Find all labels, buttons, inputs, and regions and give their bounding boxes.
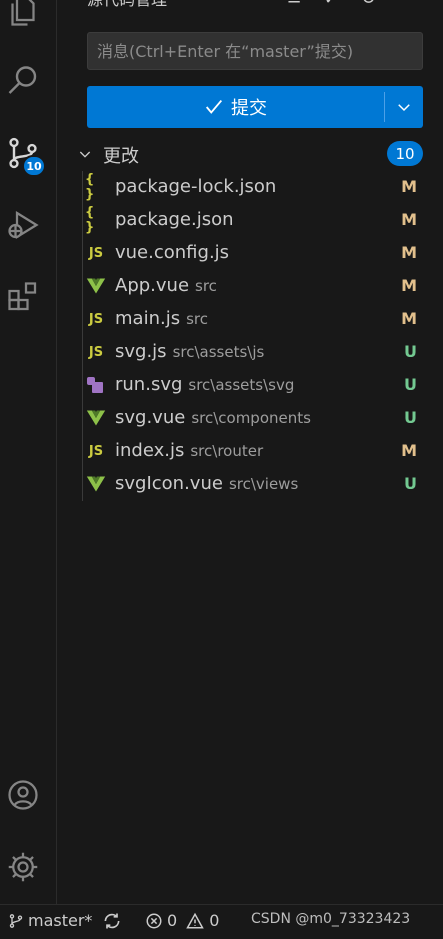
file-name: package-lock.json xyxy=(115,176,277,197)
status-badge: U xyxy=(404,408,417,427)
chevron-down-icon xyxy=(398,104,410,112)
changes-section-header[interactable]: 更改 10 xyxy=(75,140,425,168)
js-file-icon: JS xyxy=(88,443,104,459)
status-badge: M xyxy=(401,243,417,262)
section-label: 更改 xyxy=(103,146,139,167)
list-item[interactable]: JS index.js src\router M xyxy=(85,435,425,468)
status-badge: M xyxy=(401,309,417,328)
error-icon xyxy=(146,913,162,928)
activity-bar: 10 xyxy=(0,0,57,904)
panel-actions: ≡ ✓ ↻ ··· xyxy=(287,0,415,9)
warning-count: 0 xyxy=(209,911,220,930)
gear-icon[interactable] xyxy=(0,844,46,890)
panel-header: 源代码管理 ≡ ✓ ↻ ··· xyxy=(57,0,443,14)
list-item[interactable]: JS vue.config.js M xyxy=(85,237,425,270)
status-badge: M xyxy=(401,441,417,460)
more-actions-icon[interactable]: ··· xyxy=(398,0,415,9)
list-item[interactable]: svgIcon.vue src\views U xyxy=(85,468,425,501)
commit-button[interactable]: 提交 xyxy=(87,86,383,128)
list-item[interactable]: { } package-lock.json M xyxy=(85,171,425,204)
search-icon[interactable] xyxy=(0,58,46,104)
changes-count-badge: 10 xyxy=(387,141,423,166)
source-control-panel: 源代码管理 ≡ ✓ ↻ ··· 提交 更改 10 { } package-loc… xyxy=(57,0,443,904)
chevron-down-icon xyxy=(79,151,91,158)
file-name: App.vue src xyxy=(115,275,217,296)
file-name: svg.js src\assets\js xyxy=(115,341,265,362)
commit-check-icon[interactable]: ✓ xyxy=(324,0,339,9)
refresh-icon[interactable]: ↻ xyxy=(361,0,376,9)
commit-message-input[interactable] xyxy=(87,32,423,70)
list-item[interactable]: svg.vue src\components U xyxy=(85,402,425,435)
svg-file-icon xyxy=(85,375,107,395)
status-badge: M xyxy=(401,177,417,196)
tree-indent-guide xyxy=(82,171,83,501)
file-name: index.js src\router xyxy=(115,440,264,461)
file-name: package.json xyxy=(115,209,234,230)
json-file-icon: { } xyxy=(85,172,95,202)
source-control-badge: 10 xyxy=(22,155,46,177)
file-name: svgIcon.vue src\views xyxy=(115,473,299,494)
problems-status[interactable]: 0 0 xyxy=(145,911,219,930)
list-item[interactable]: App.vue src M xyxy=(85,270,425,303)
error-count: 0 xyxy=(167,911,178,930)
branch-status[interactable]: master* xyxy=(8,911,92,930)
list-item[interactable]: JS svg.js src\assets\js U xyxy=(85,336,425,369)
js-file-icon: JS xyxy=(88,311,104,327)
view-as-list-icon[interactable]: ≡ xyxy=(287,0,302,9)
vue-file-icon xyxy=(85,474,107,494)
status-bar: master* 0 0 CSDN @m0_73323423 xyxy=(0,904,443,939)
status-badge: M xyxy=(401,210,417,229)
git-branch-icon xyxy=(9,913,23,928)
vue-file-icon xyxy=(85,408,107,428)
list-item[interactable]: run.svg src\assets\svg U xyxy=(85,369,425,402)
list-item[interactable]: JS main.js src M xyxy=(85,303,425,336)
commit-dropdown-button[interactable] xyxy=(385,86,423,128)
branch-name: master* xyxy=(28,911,93,930)
js-file-icon: JS xyxy=(88,344,104,360)
file-name: main.js src xyxy=(115,308,208,329)
account-icon[interactable] xyxy=(0,772,46,818)
commit-label: 提交 xyxy=(231,98,267,119)
watermark: CSDN @m0_73323423 xyxy=(251,911,411,927)
js-file-icon: JS xyxy=(88,245,104,261)
status-badge: U xyxy=(404,342,417,361)
status-badge: U xyxy=(404,474,417,493)
extensions-icon[interactable] xyxy=(0,274,46,320)
status-badge: U xyxy=(404,375,417,394)
file-name: run.svg src\assets\svg xyxy=(115,374,295,395)
file-name: vue.config.js xyxy=(115,242,230,263)
check-icon xyxy=(205,99,223,114)
warning-icon xyxy=(186,912,204,928)
status-badge: M xyxy=(401,276,417,295)
json-file-icon: { } xyxy=(85,205,95,235)
file-name: svg.vue src\components xyxy=(115,407,311,428)
commit-button-group: 提交 xyxy=(87,86,423,128)
sync-icon[interactable] xyxy=(101,911,123,931)
list-item[interactable]: { } package.json M xyxy=(85,204,425,237)
panel-title: 源代码管理 xyxy=(87,0,167,10)
vue-file-icon xyxy=(85,276,107,296)
run-debug-icon[interactable] xyxy=(0,202,46,248)
files-icon[interactable] xyxy=(0,0,46,34)
